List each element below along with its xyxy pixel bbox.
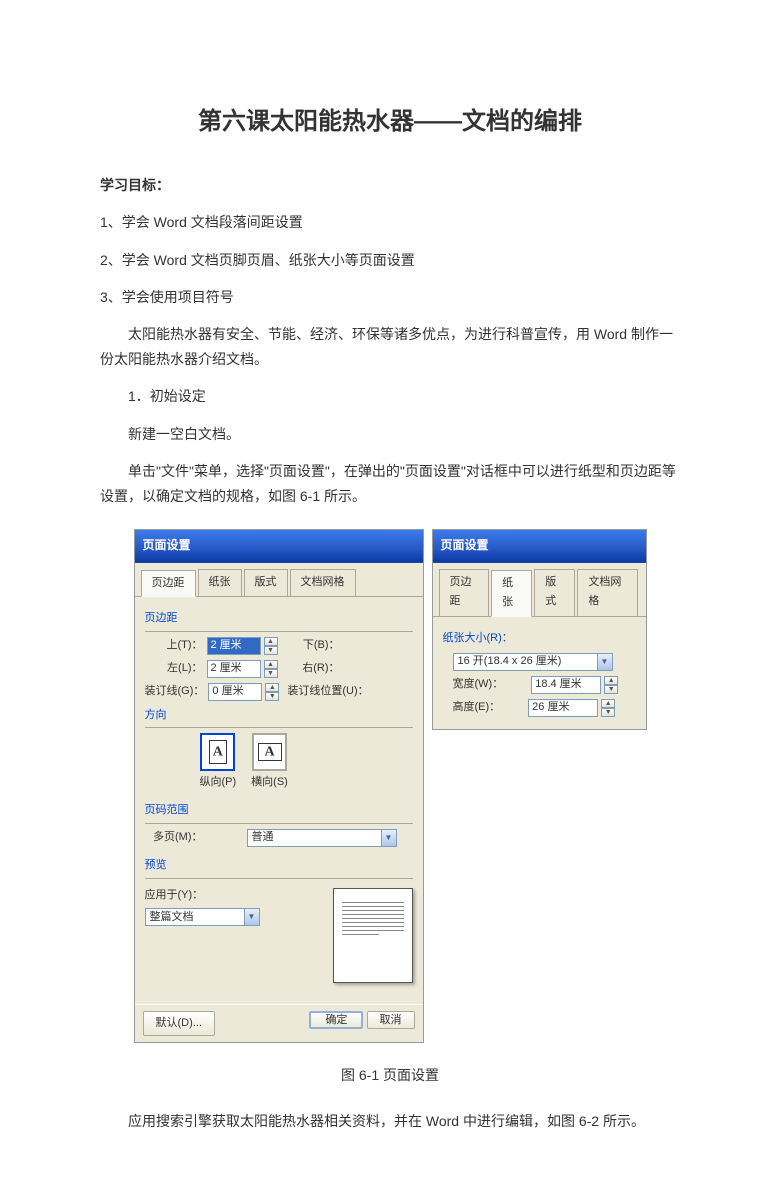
label-height: 高度(E)： [453,698,501,718]
dialog-title: 页面设置 [135,530,423,563]
select-applyto[interactable]: 整篇文档 ▼ [145,908,260,926]
objective-item: 1、学会 Word 文档段落间距设置 [100,210,680,235]
label-applyto: 应用于(Y)： [145,886,204,906]
cancel-button[interactable]: 取消 [367,1011,415,1029]
dialog-title: 页面设置 [433,530,646,563]
group-preview: 预览 [145,856,413,879]
portrait-icon [200,733,235,771]
document-title: 第六课太阳能热水器——文档的编排 [100,100,680,143]
objective-item: 3、学会使用项目符号 [100,285,680,310]
group-margin: 页边距 [145,609,413,632]
label-right: 右(R)： [282,659,340,679]
label-left: 左(L)： [145,659,203,679]
body-paragraph: 应用搜索引擎获取太阳能热水器相关资料，并在 Word 中进行编辑，如图 6-2 … [100,1109,680,1134]
label-width: 宽度(W)： [453,675,504,695]
tab-grid[interactable]: 文档网格 [290,569,356,597]
select-multipage[interactable]: 普通 ▼ [247,829,397,847]
label-top: 上(T)： [145,636,203,656]
input-height[interactable]: 26 厘米 [528,699,598,717]
landscape-label: 横向(S) [251,773,288,793]
page-setup-dialog-margin: 页面设置 页边距 纸张 版式 文档网格 页边距 上(T)： 2 厘米 ▲▼ 下(… [134,529,424,1043]
input-width[interactable]: 18.4 厘米 [531,676,601,694]
select-value: 普通 [252,828,274,848]
label-gutter: 装订线(G)： [145,682,205,702]
spinner[interactable]: ▲▼ [264,660,278,678]
figure-6-1: 页面设置 页边距 纸张 版式 文档网格 页边距 上(T)： 2 厘米 ▲▼ 下(… [100,529,680,1043]
chevron-down-icon: ▼ [597,654,612,670]
spinner[interactable]: ▲▼ [264,637,278,655]
tab-row: 页边距 纸张 版式 文档网格 [433,563,646,618]
portrait-label: 纵向(P) [200,773,237,793]
ok-button[interactable]: 确定 [309,1011,363,1029]
orientation-portrait[interactable]: 纵向(P) [200,733,237,793]
tab-row: 页边距 纸张 版式 文档网格 [135,563,423,598]
spinner[interactable]: ▲▼ [601,699,615,717]
default-button[interactable]: 默认(D)... [143,1011,215,1037]
tab-paper[interactable]: 纸张 [198,569,242,597]
preview-page-icon [333,888,413,983]
spinner[interactable]: ▲▼ [604,676,618,694]
select-papersize[interactable]: 16 开(18.4 x 26 厘米) ▼ [453,653,613,671]
input-top[interactable]: 2 厘米 [207,637,261,655]
body-paragraph: 单击"文件"菜单，选择"页面设置"，在弹出的"页面设置"对话框中可以进行纸型和页… [100,459,680,509]
objective-item: 2、学会 Word 文档页脚页眉、纸张大小等页面设置 [100,248,680,273]
tab-margin[interactable]: 页边距 [141,570,196,598]
tab-paper[interactable]: 纸张 [491,570,532,618]
chevron-down-icon: ▼ [244,909,259,925]
label-multipage: 多页(M)： [145,828,203,848]
label-bottom: 下(B)： [282,636,340,656]
select-value: 整篇文档 [150,908,194,928]
intro-paragraph: 太阳能热水器有安全、节能、经济、环保等诸多优点，为进行科普宣传，用 Word 制… [100,322,680,372]
step-heading: 1．初始设定 [100,384,680,409]
tab-grid[interactable]: 文档网格 [577,569,637,617]
tab-layout[interactable]: 版式 [534,569,575,617]
label-gutterpos: 装订线位置(U)： [287,682,368,702]
objectives-heading: 学习目标： [100,173,680,198]
tab-margin[interactable]: 页边距 [439,569,490,617]
chevron-down-icon: ▼ [381,830,396,846]
orientation-landscape[interactable]: 横向(S) [251,733,288,793]
tab-layout[interactable]: 版式 [244,569,288,597]
group-pages: 页码范围 [145,801,413,824]
landscape-icon [252,733,287,771]
spinner[interactable]: ▲▼ [265,683,279,701]
figure-caption: 图 6-1 页面设置 [100,1063,680,1088]
input-left[interactable]: 2 厘米 [207,660,261,678]
select-value: 16 开(18.4 x 26 厘米) [458,652,562,672]
input-gutter[interactable]: 0 厘米 [208,683,262,701]
group-papersize: 纸张大小(R)： [443,629,636,649]
group-orientation: 方向 [145,706,413,729]
body-paragraph: 新建一空白文档。 [100,422,680,447]
page-setup-dialog-paper: 页面设置 页边距 纸张 版式 文档网格 纸张大小(R)： 16 开(18.4 x… [432,529,647,730]
